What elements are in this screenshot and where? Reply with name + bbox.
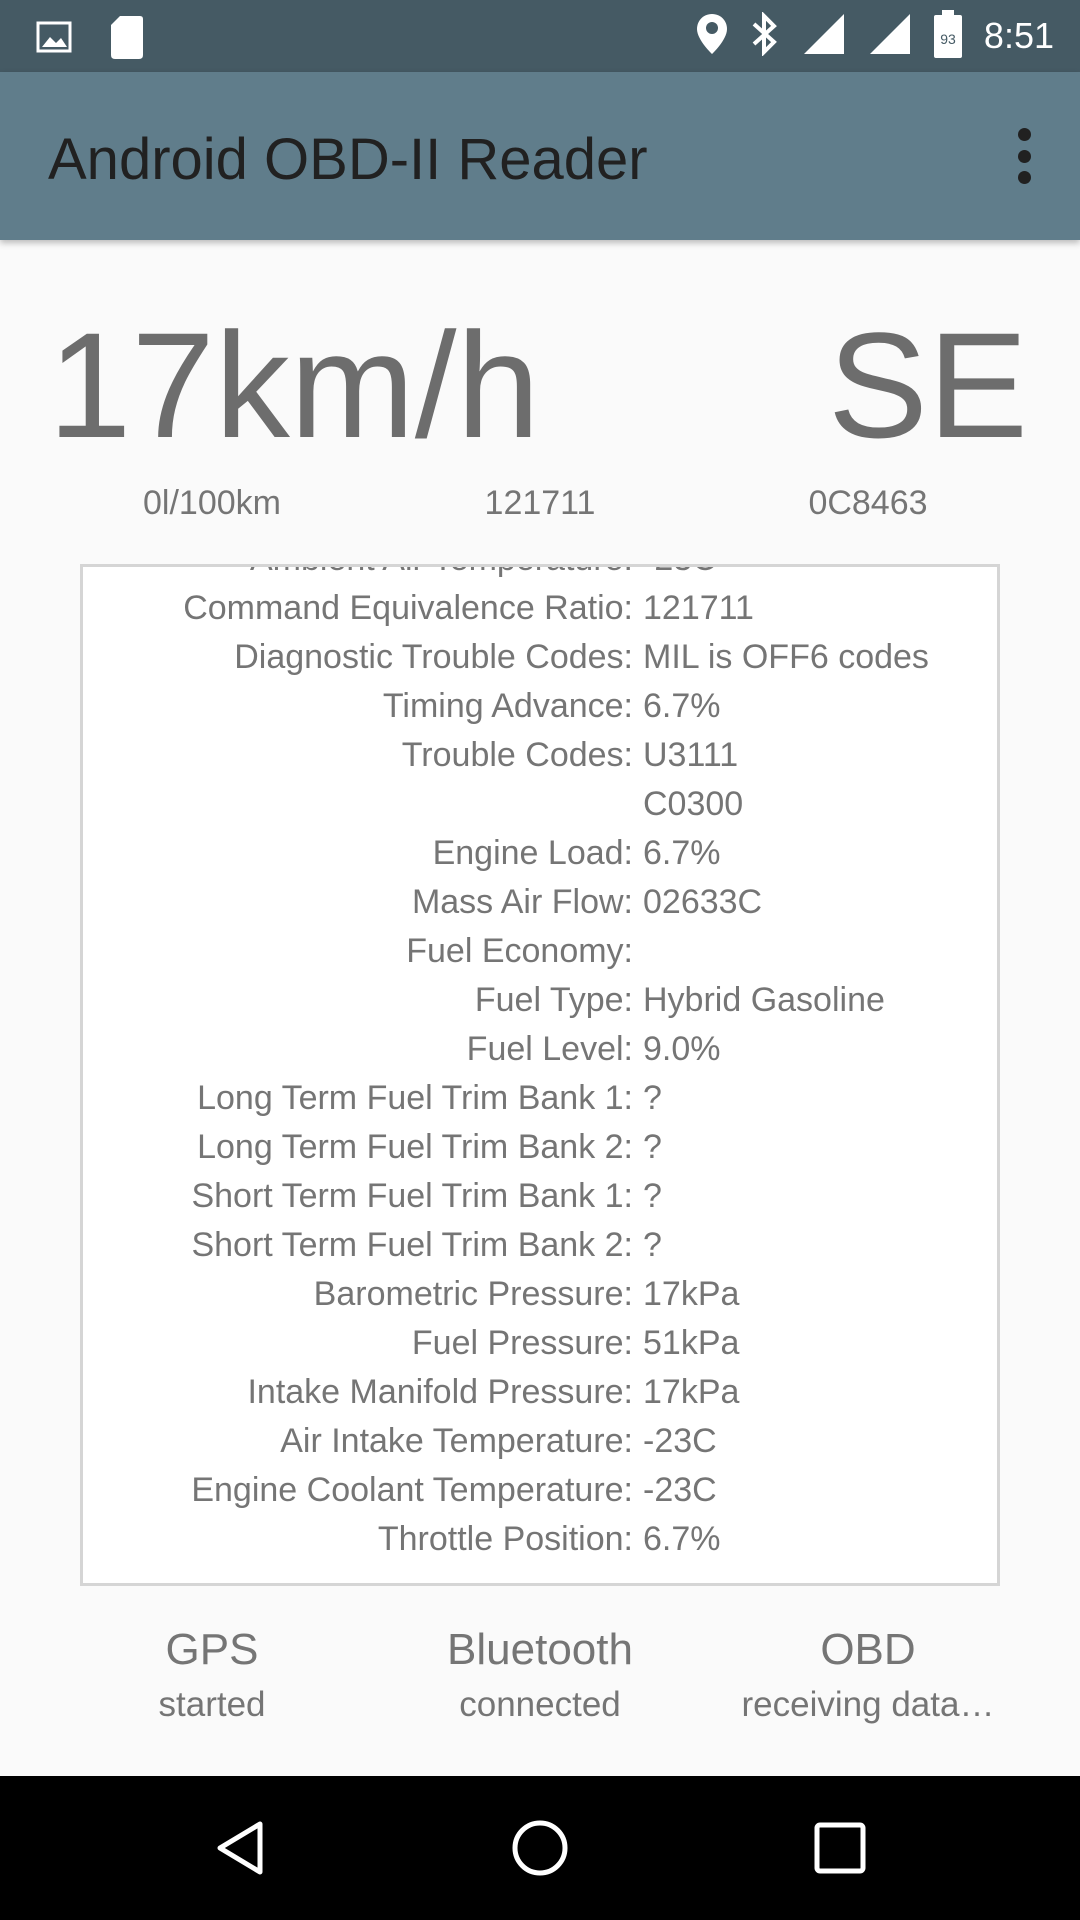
status-bar: 93 8:51 — [0, 0, 1080, 72]
gps-status-state: started — [158, 1685, 266, 1724]
reading-label: Long Term Fuel Trim Bank 2: — [197, 1128, 633, 1166]
reading-label: Fuel Level: — [466, 1030, 633, 1068]
overflow-menu-icon[interactable] — [1004, 128, 1044, 184]
bluetooth-status-name: Bluetooth — [447, 1625, 633, 1674]
obd-status-state: receiving data… — [741, 1685, 995, 1724]
reading-row: Air Intake Temperature: -23C — [83, 1417, 997, 1466]
reading-label: Mass Air Flow: — [411, 883, 633, 921]
reading-row: Engine Coolant Temperature: -23C — [83, 1466, 997, 1515]
reading-label: Command Equivalence Ratio: — [183, 589, 633, 627]
reading-row: Mass Air Flow: 02633C — [83, 878, 997, 927]
compass-direction: SE — [827, 301, 1028, 469]
reading-value: ? — [643, 1079, 662, 1117]
reading-label: Short Term Fuel Trim Bank 2: — [191, 1226, 633, 1264]
metric-right: 0C8463 — [808, 484, 928, 522]
reading-row: Short Term Fuel Trim Bank 1:? — [83, 1172, 997, 1221]
reading-row: Long Term Fuel Trim Bank 2:? — [83, 1123, 997, 1172]
metric-center: 121711 — [484, 484, 596, 522]
app-bar: Android OBD-II Reader — [0, 72, 1080, 240]
recents-icon[interactable] — [808, 1816, 872, 1880]
obd-readings-panel[interactable]: Ambient Air Temperature:-23CCommand Equi… — [80, 564, 1000, 1586]
reading-label: Barometric Pressure: — [313, 1275, 633, 1313]
reading-label: Short Term Fuel Trim Bank 1: — [191, 1177, 633, 1215]
signal-icon-2 — [868, 12, 912, 60]
reading-value: 6.7% — [643, 687, 721, 725]
fuel-consumption: 0l/100km — [143, 484, 281, 522]
reading-label: Air Intake Temperature: — [280, 1422, 633, 1460]
reading-label: Fuel Pressure: — [411, 1324, 633, 1362]
reading-value: 51kPa — [643, 1324, 740, 1362]
reading-row: Fuel Type: Hybrid Gasoline — [83, 976, 997, 1025]
reading-label: Fuel Type: — [474, 981, 633, 1019]
speed-display: 17km/h — [48, 301, 540, 469]
reading-label: Diagnostic Trouble Codes: — [234, 638, 633, 676]
reading-label: Trouble Codes: — [401, 736, 633, 774]
reading-value: ? — [643, 1177, 662, 1215]
reading-value: 02633C — [643, 883, 763, 921]
reading-value — [633, 927, 643, 976]
reading-row: Fuel Level: 9.0% — [83, 1025, 997, 1074]
app-title: Android OBD-II Reader — [48, 127, 648, 192]
reading-value: 6.7% — [643, 834, 721, 872]
reading-label: Intake Manifold Pressure: — [247, 1373, 633, 1411]
reading-label: Throttle Position: — [377, 1520, 633, 1558]
reading-row: Engine Load: 6.7% — [83, 829, 997, 878]
reading-value: 6.7% — [643, 1520, 721, 1558]
back-icon[interactable] — [208, 1816, 272, 1880]
reading-label: Ambient Air Temperature: — [83, 567, 633, 584]
reading-row: Timing Advance: 6.7% — [83, 682, 997, 731]
reading-value: 17kPa — [643, 1373, 740, 1411]
reading-value: -23C — [643, 1422, 717, 1460]
location-icon — [696, 13, 728, 59]
navigation-bar — [0, 1776, 1080, 1920]
reading-label: Engine Coolant Temperature: — [191, 1471, 633, 1509]
reading-value: ? — [643, 1128, 662, 1166]
reading-row: Ambient Air Temperature:-23C — [83, 567, 997, 584]
reading-row: Intake Manifold Pressure: 17kPa — [83, 1368, 997, 1417]
obd-status: OBD receiving data… — [708, 1620, 1028, 1730]
reading-label: Fuel Economy: — [406, 932, 633, 970]
gps-status-name: GPS — [165, 1625, 259, 1674]
obd-status-name: OBD — [820, 1625, 916, 1674]
reading-row: Long Term Fuel Trim Bank 1:? — [83, 1074, 997, 1123]
reading-value: -23C — [643, 1471, 717, 1509]
gps-status: GPS started — [52, 1620, 372, 1730]
reading-value: 17kPa — [643, 1275, 740, 1313]
reading-value: U3111 C0300 — [643, 736, 744, 823]
clock: 8:51 — [983, 15, 1054, 56]
reading-value: Hybrid Gasoline — [643, 981, 885, 1019]
reading-row: Short Term Fuel Trim Bank 2:? — [83, 1221, 997, 1270]
battery-icon: 93 — [933, 10, 962, 62]
reading-row: Throttle Position: 6.7% — [83, 1515, 997, 1564]
signal-icon — [802, 12, 846, 60]
reading-value: ? — [643, 1226, 662, 1264]
reading-label: Engine Load: — [432, 834, 633, 872]
reading-label: Long Term Fuel Trim Bank 1: — [197, 1079, 633, 1117]
reading-row: Fuel Economy: — [83, 927, 997, 976]
obd-readings-list: Ambient Air Temperature:-23CCommand Equi… — [83, 567, 997, 1564]
reading-value: 9.0% — [643, 1030, 721, 1068]
reading-row: Diagnostic Trouble Codes: MIL is OFF6 cod… — [83, 633, 997, 682]
battery-level: 93 — [940, 31, 956, 47]
sd-card-icon — [110, 14, 144, 64]
image-notification-icon — [36, 19, 72, 59]
reading-label: Timing Advance: — [382, 687, 633, 725]
home-icon[interactable] — [508, 1816, 572, 1880]
reading-row: Barometric Pressure: 17kPa — [83, 1270, 997, 1319]
bluetooth-status: Bluetooth connected — [380, 1620, 700, 1730]
bluetooth-icon — [750, 11, 780, 60]
reading-row: Command Equivalence Ratio: 121711 — [83, 584, 997, 633]
reading-value: 121711 — [643, 589, 754, 627]
reading-row: Fuel Pressure: 51kPa — [83, 1319, 997, 1368]
reading-value: MIL is OFF6 codes — [643, 638, 929, 676]
reading-value: -23C — [633, 567, 717, 584]
reading-row: Trouble Codes: U3111 C0300 — [83, 731, 997, 829]
bluetooth-status-state: connected — [459, 1685, 621, 1724]
